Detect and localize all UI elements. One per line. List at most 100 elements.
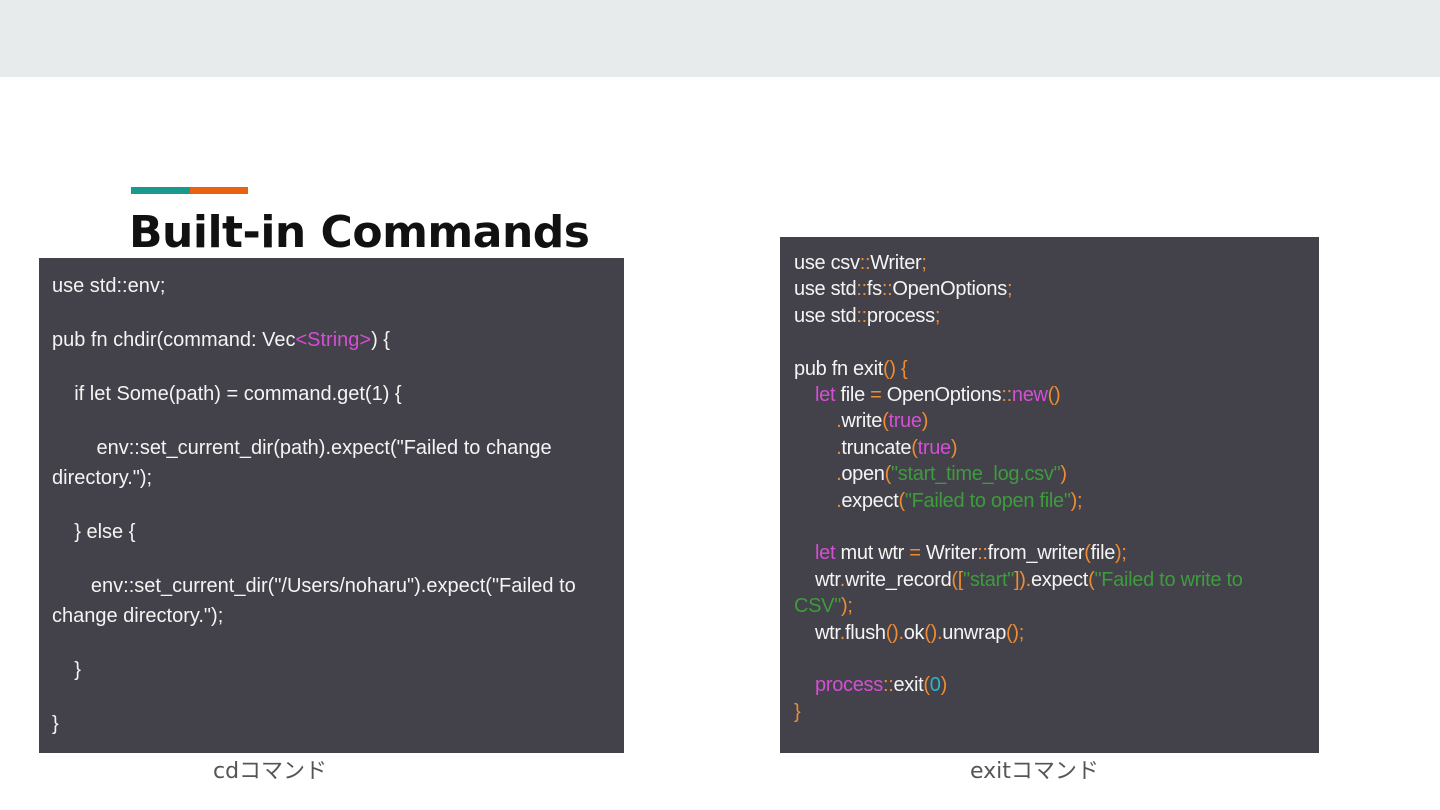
- code-token: ::: [1001, 384, 1012, 407]
- slide-title: Built-in Commands: [129, 207, 590, 258]
- code-text: pub fn chdir(command: Vec: [52, 329, 296, 351]
- code-token: open: [841, 463, 885, 486]
- code-line: .truncate(true): [794, 435, 1305, 461]
- code-text: }: [52, 659, 81, 681]
- code-line: } else {: [52, 517, 610, 547]
- code-text: env::set_current_dir(path).expect("Faile…: [52, 437, 558, 489]
- code-line: process::exit(0): [794, 672, 1305, 698]
- code-line: .expect("Failed to open file");: [794, 488, 1305, 514]
- code-token: use csv: [794, 252, 860, 274]
- code-token: let: [815, 542, 836, 565]
- code-line: pub fn chdir(command: Vec<String>) {: [52, 325, 610, 355]
- code-token: 0: [929, 674, 941, 697]
- code-token: (): [1047, 384, 1061, 407]
- code-token: ;: [1121, 542, 1127, 565]
- title-accent-orange: [190, 187, 248, 194]
- code-line: wtr.flush().ok().unwrap();: [794, 620, 1305, 646]
- code-token: ;: [934, 304, 941, 327]
- code-token: OpenOptions: [881, 384, 1002, 407]
- code-token: file: [835, 384, 871, 407]
- code-token: mut wtr: [835, 542, 910, 565]
- code-line: pub fn exit() {: [794, 356, 1305, 382]
- code-line: use std::env;: [52, 271, 610, 301]
- code-token: fs: [866, 278, 882, 301]
- cd-command-caption: cdコマンド: [213, 759, 328, 784]
- code-text: } else {: [52, 521, 136, 543]
- code-token: Writer: [920, 542, 978, 565]
- code-line: .open("start_time_log.csv"): [794, 461, 1305, 487]
- code-line: }: [52, 709, 610, 739]
- exit-command-code-block: use csv::Writer; use std::fs::OpenOptions…: [780, 237, 1319, 753]
- code-token: flush: [844, 621, 886, 644]
- code-token: pub fn exit: [794, 357, 883, 380]
- code-token: ([: [951, 568, 964, 591]
- code-token: ::: [882, 674, 894, 697]
- code-token: new: [1011, 384, 1048, 407]
- code-token: "start_time_log.csv": [891, 463, 1061, 486]
- code-token: =: [870, 384, 882, 407]
- code-token: unwrap: [942, 621, 1007, 644]
- code-token: ): [940, 674, 948, 697]
- code-token: ::: [856, 304, 867, 327]
- code-line: wtr.write_record(["start"]).expect("Fail…: [794, 567, 1305, 620]
- code-token: "start": [963, 568, 1015, 591]
- code-token: (): [924, 621, 937, 644]
- code-text: env::set_current_dir("/Users/noharu").ex…: [52, 575, 582, 627]
- code-line: env::set_current_dir(path).expect("Faile…: [52, 433, 610, 493]
- code-line: use std::fs::OpenOptions;: [794, 276, 1305, 302]
- title-accent-teal: [131, 187, 190, 194]
- code-line: }: [794, 699, 1305, 725]
- code-text: }: [52, 713, 59, 735]
- code-token: process: [815, 674, 883, 697]
- code-token: truncate: [841, 436, 912, 459]
- code-line: use std::process;: [794, 303, 1305, 329]
- code-token: from_writer: [987, 542, 1085, 565]
- top-band: [0, 0, 1440, 77]
- code-token: process: [866, 304, 935, 327]
- cd-command-code-block: use std::env; pub fn chdir(command: Vec<…: [39, 258, 624, 753]
- code-token: use std: [794, 278, 857, 301]
- code-token: true: [888, 410, 922, 433]
- code-token: ;: [1077, 489, 1083, 512]
- code-token: ): [950, 436, 958, 459]
- code-token: ;: [1018, 621, 1025, 644]
- code-token: expect: [841, 489, 899, 512]
- code-token: {: [901, 357, 908, 380]
- code-token: (): [883, 357, 896, 380]
- code-token: exit: [893, 674, 924, 697]
- code-token: =: [909, 542, 921, 565]
- code-token: ::: [856, 278, 867, 301]
- code-token: }: [794, 700, 801, 723]
- code-line: let mut wtr = Writer::from_writer(file);: [794, 540, 1305, 566]
- code-token: use std: [794, 304, 857, 327]
- code-token: ;: [847, 595, 853, 618]
- code-token: write: [841, 410, 883, 433]
- code-line: use csv::Writer;: [794, 250, 1305, 276]
- code-token: OpenOptions: [892, 278, 1007, 301]
- code-token: ): [1060, 463, 1067, 486]
- code-token: Writer: [870, 252, 922, 274]
- code-token: wtr: [794, 568, 840, 591]
- code-line: env::set_current_dir("/Users/noharu").ex…: [52, 571, 610, 631]
- code-text: ) {: [371, 329, 390, 351]
- exit-command-caption: exitコマンド: [970, 759, 1099, 784]
- code-token: ;: [921, 252, 927, 274]
- code-token: ): [921, 410, 929, 433]
- code-line: .write(true): [794, 408, 1305, 434]
- code-token: (): [885, 621, 899, 644]
- code-type-text: <String>: [295, 329, 372, 351]
- code-token: ok: [903, 621, 925, 644]
- code-line: let file = OpenOptions::new(): [794, 382, 1305, 408]
- code-token: ::: [859, 252, 871, 274]
- code-token: let: [815, 384, 836, 407]
